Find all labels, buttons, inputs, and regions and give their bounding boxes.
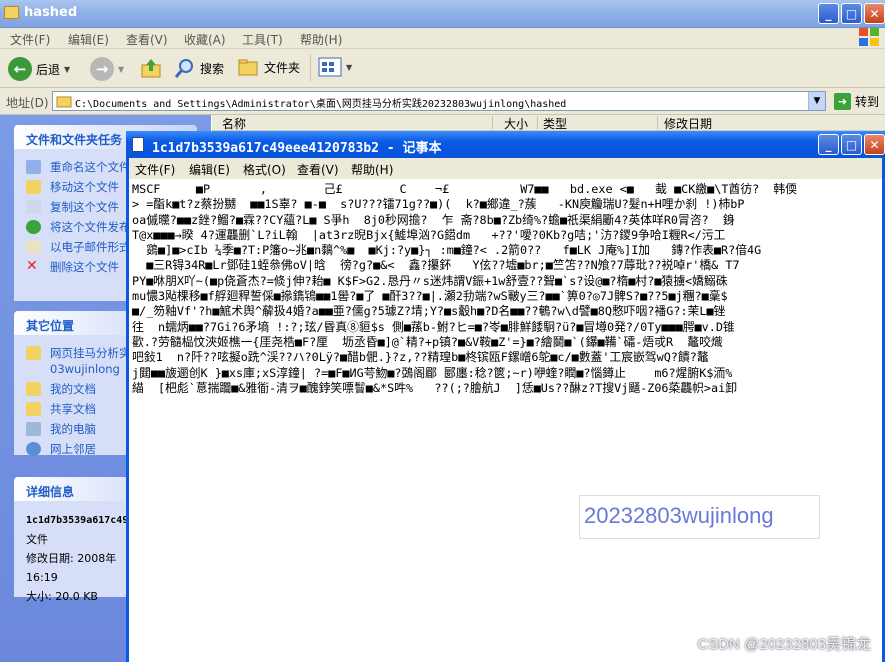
- student-id-watermark: 20232803wujinlong: [579, 495, 820, 539]
- address-bar: 地址(D) C:\Documents and Settings\Administ…: [0, 88, 885, 115]
- menu-edit[interactable]: 编辑(E): [68, 31, 109, 48]
- column-separator: [492, 116, 493, 129]
- csdn-watermark: CSDN @20232803吴锦龙: [697, 636, 871, 653]
- menu-favorites[interactable]: 收藏(A): [184, 31, 226, 48]
- notepad-close-button[interactable]: ✕: [864, 134, 885, 155]
- column-separator: [537, 116, 538, 129]
- explorer-toolbar: ← 后退 ▼ → ▼ 搜索 文件夹 ▼: [0, 49, 885, 88]
- notepad-content: MSCF ■P , 己£ C ¬£ W7■■ bd.exe <■ 蛓 ■CK繳■…: [132, 182, 797, 395]
- search-button[interactable]: 搜索: [174, 57, 224, 79]
- notepad-window-controls: _ □ ✕: [818, 134, 885, 155]
- notepad-menu-format[interactable]: 格式(O): [243, 161, 286, 178]
- notepad-icon: [132, 137, 144, 152]
- go-arrow-icon: ➜: [834, 93, 851, 110]
- network-icon: [26, 442, 41, 456]
- folder-icon: [26, 346, 41, 360]
- notepad-text-area[interactable]: MSCF ■P , 己£ C ¬£ W7■■ bd.exe <■ 蛓 ■CK繳■…: [129, 179, 882, 662]
- notepad-menu-view[interactable]: 查看(V): [297, 161, 339, 178]
- menu-view[interactable]: 查看(V): [126, 31, 168, 48]
- notepad-titlebar[interactable]: 1c1d7b3539a617c49eee4120783b2 - 记事本 _ □ …: [126, 131, 885, 158]
- explorer-menubar: 文件(F) 编辑(E) 查看(V) 收藏(A) 工具(T) 帮助(H): [0, 28, 885, 49]
- column-size[interactable]: 大小: [504, 115, 528, 132]
- copy-icon: [26, 200, 41, 214]
- back-arrow-icon: ←: [8, 57, 32, 81]
- minimize-button[interactable]: _: [818, 3, 839, 24]
- globe-icon: [26, 220, 41, 234]
- folders-icon: [238, 59, 258, 76]
- shared-folder-icon: [26, 402, 41, 416]
- search-icon: [174, 59, 193, 78]
- address-dropdown-button[interactable]: ▼: [808, 92, 825, 110]
- notepad-title: 1c1d7b3539a617c49eee4120783b2 - 记事本: [152, 141, 442, 156]
- menu-tools[interactable]: 工具(T): [242, 31, 283, 48]
- window-controls: _ □ ✕: [818, 3, 885, 24]
- notepad-minimize-button[interactable]: _: [818, 134, 839, 155]
- address-label: 地址(D): [6, 96, 49, 110]
- up-folder-icon: [141, 59, 161, 78]
- notepad-menu-edit[interactable]: 编辑(E): [189, 161, 230, 178]
- explorer-title: hashed: [24, 5, 78, 20]
- back-button[interactable]: ← 后退 ▼: [8, 57, 70, 81]
- maximize-button[interactable]: □: [841, 3, 862, 24]
- views-icon: [318, 57, 342, 77]
- column-separator: [657, 116, 658, 129]
- address-path: C:\Documents and Settings\Administrator\…: [75, 99, 567, 110]
- chevron-down-icon: ▼: [346, 62, 353, 72]
- forward-arrow-icon: →: [90, 57, 114, 81]
- folder-icon: [4, 6, 19, 19]
- computer-icon: [26, 422, 41, 436]
- folder-icon: [56, 96, 72, 108]
- views-button[interactable]: ▼: [318, 57, 352, 77]
- rename-icon: [26, 160, 41, 174]
- move-icon: [26, 180, 41, 194]
- windows-logo-icon: [859, 28, 879, 46]
- folders-button[interactable]: 文件夹: [238, 57, 300, 77]
- toolbar-divider: [310, 55, 311, 81]
- chevron-down-icon: ▼: [118, 64, 125, 74]
- documents-icon: [26, 382, 41, 396]
- notepad-menu-help[interactable]: 帮助(H): [351, 161, 393, 178]
- menu-help[interactable]: 帮助(H): [300, 31, 342, 48]
- close-button[interactable]: ✕: [864, 3, 885, 24]
- forward-button[interactable]: → ▼: [90, 57, 124, 81]
- notepad-maximize-button[interactable]: □: [841, 134, 862, 155]
- chevron-down-icon: ▼: [64, 64, 71, 74]
- column-name[interactable]: 名称: [222, 115, 246, 132]
- go-button[interactable]: ➜ 转到: [834, 93, 879, 110]
- notepad-menu-file[interactable]: 文件(F): [135, 161, 175, 178]
- column-modified[interactable]: 修改日期: [664, 115, 712, 132]
- address-input[interactable]: C:\Documents and Settings\Administrator\…: [52, 91, 826, 111]
- up-folder-button[interactable]: [140, 57, 162, 79]
- menu-file[interactable]: 文件(F): [10, 31, 50, 48]
- email-icon: [26, 240, 41, 254]
- notepad-menubar: 文件(F) 编辑(E) 格式(O) 查看(V) 帮助(H): [129, 158, 882, 179]
- notepad-window: 1c1d7b3539a617c49eee4120783b2 - 记事本 _ □ …: [126, 131, 885, 662]
- explorer-titlebar[interactable]: hashed _ □ ✕: [0, 0, 885, 28]
- column-type[interactable]: 类型: [543, 115, 567, 132]
- watermark-text: 20232803wujinlong: [584, 503, 774, 528]
- file-list-header: 名称 大小 类型 修改日期: [212, 115, 885, 131]
- delete-icon: ✕: [26, 258, 38, 274]
